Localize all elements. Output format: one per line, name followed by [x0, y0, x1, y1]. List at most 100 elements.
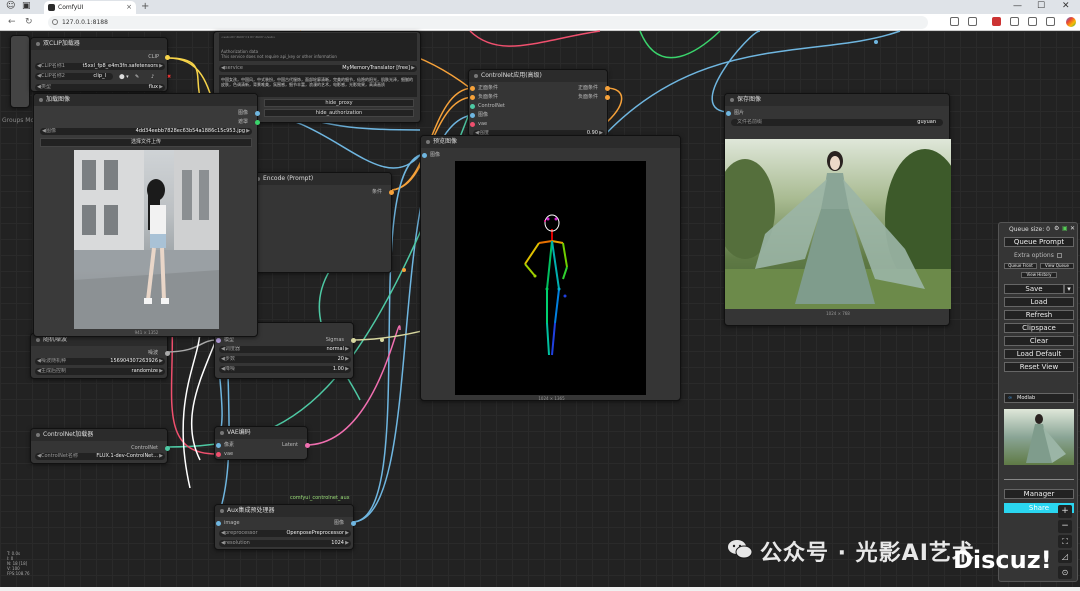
- controlnet-name-widget[interactable]: ◀ ControlNet名称 FLUX.1-dev-ControlNet... ▶: [35, 453, 165, 460]
- clip-text-encode-node[interactable]: Encode (Prompt) 条件: [250, 172, 394, 273]
- positive-input-port[interactable]: [470, 86, 475, 91]
- bell-icon[interactable]: ♪: [151, 74, 154, 80]
- controlnet-apply-node[interactable]: ControlNet应用(高级) 正面条件 负面条件 ControlNet 图像…: [468, 69, 610, 137]
- auth-desc: This service does not require api_key or…: [221, 54, 337, 59]
- image-input-port[interactable]: [216, 521, 221, 526]
- widget-label: resolution: [225, 540, 250, 546]
- denoise-widget[interactable]: ◀ 降噪 1.00 ▶: [219, 366, 351, 373]
- image-select-widget[interactable]: ◀ 图像 4dd34eebb7828ec63b54a1886c15c953.jpg ▶: [40, 128, 252, 135]
- reset-view-button[interactable]: Reset View: [1004, 362, 1074, 372]
- clear-button[interactable]: Clear: [1004, 336, 1074, 346]
- dual-clip-loader-node[interactable]: 双CLIP加载器 CLIP ◀ CLIP名称1 t5xxl_fp8_e4m3fn.s…: [30, 37, 171, 92]
- extra-options-checkbox[interactable]: [1057, 253, 1062, 258]
- node-title[interactable]: ControlNet应用(高级): [469, 70, 607, 82]
- save-image-node[interactable]: 保存图像 图片 文件名前缀 guyuan 1024 × 768: [724, 93, 951, 326]
- control-after-widget[interactable]: ◀ 生成后控制 randomize ▶: [35, 368, 165, 375]
- node-title[interactable]: 预览图像: [421, 136, 680, 148]
- positive-output-port[interactable]: [605, 86, 610, 91]
- clip-output-port[interactable]: [165, 55, 170, 60]
- controlnet-loader-node[interactable]: ControlNet加载器 ControlNet ◀ ControlNet名称 FL…: [30, 428, 170, 464]
- street-photo-illustration: [74, 150, 219, 329]
- controlnet-output-port[interactable]: [165, 446, 170, 451]
- upload-button[interactable]: 选择文件上传: [40, 138, 252, 147]
- load-image-node[interactable]: 加载图像 图像 遮罩 ◀ 图像 4dd34eebb7828ec63b54a1886c…: [33, 93, 260, 337]
- preview-image-node[interactable]: 预览图像 图像 1024 × 1365: [420, 135, 681, 401]
- latent-output-port[interactable]: [305, 443, 310, 448]
- sigmas-output-port[interactable]: [351, 338, 356, 343]
- image-input-port[interactable]: [470, 113, 475, 118]
- clipspace-button[interactable]: Clipspace: [1004, 323, 1074, 333]
- controlnet-input-port[interactable]: [470, 104, 475, 109]
- toggle-links-button[interactable]: ◿: [1058, 550, 1072, 563]
- pin-icon[interactable]: ✎: [135, 74, 139, 80]
- vae-encode-node[interactable]: VAE编码 像素 vae Latent: [214, 426, 310, 460]
- save-dropdown-icon[interactable]: ▾: [1064, 284, 1074, 294]
- aux-preprocessor-node[interactable]: Aux集成预处理器 image 图像 ◀ preprocessor Openpose…: [214, 504, 356, 550]
- zoom-out-button[interactable]: −: [1058, 520, 1072, 533]
- scheduler-widget[interactable]: ◀ 调度器 normal ▶: [219, 346, 351, 353]
- mask-output-port[interactable]: [255, 120, 260, 125]
- close-menu-icon[interactable]: ✕: [1070, 225, 1075, 232]
- pixels-input-port[interactable]: [216, 443, 221, 448]
- input-label: ControlNet: [478, 103, 505, 109]
- node-title[interactable]: 保存图像: [725, 94, 949, 106]
- conditioning-output-port[interactable]: [389, 190, 394, 195]
- hide-proxy-button[interactable]: hide_proxy: [264, 99, 414, 107]
- node-title[interactable]: Aux集成预处理器: [215, 505, 353, 517]
- input-label: 负面条件: [478, 94, 499, 100]
- queue-front-button[interactable]: Queue Front: [1004, 263, 1037, 269]
- toggle-icon[interactable]: ⬤ ▾: [119, 74, 129, 80]
- image-input-port[interactable]: [726, 111, 731, 116]
- modlab-button[interactable]: ∞ Modlab: [1004, 393, 1074, 403]
- clip1-widget[interactable]: ◀ CLIP名称1 t5xxl_fp8_e4m3fn.safetensors ▶: [35, 63, 165, 70]
- output-label: Sigmas: [325, 337, 344, 343]
- locate-button[interactable]: ⊙: [1058, 566, 1072, 579]
- seed-widget[interactable]: ◀ 噪波随机种 156904307263926 ▶: [35, 358, 165, 365]
- view-history-button[interactable]: View History: [1021, 272, 1057, 278]
- wechat-icon: [728, 540, 753, 559]
- node-title[interactable]: 加载图像: [34, 94, 257, 106]
- steps-widget[interactable]: ◀ 步数 20 ▶: [219, 356, 351, 363]
- filename-prefix-widget[interactable]: 文件名前缀 guyuan: [731, 119, 943, 126]
- node-title[interactable]: Encode (Prompt): [251, 173, 391, 185]
- input-label: image: [224, 520, 240, 526]
- zoom-in-button[interactable]: +: [1058, 505, 1072, 518]
- view-queue-button[interactable]: View Queue: [1040, 263, 1074, 269]
- negative-output-port[interactable]: [605, 95, 610, 100]
- image-input-port[interactable]: [422, 153, 427, 158]
- modlab-thumbnail[interactable]: [1004, 409, 1074, 465]
- noise-output-port[interactable]: [165, 351, 170, 356]
- vae-input-port[interactable]: [470, 122, 475, 127]
- widget-label: 类型: [41, 84, 52, 90]
- resolution-widget[interactable]: ◀ resolution 1024 ▶: [219, 540, 351, 547]
- load-button[interactable]: Load: [1004, 297, 1074, 307]
- preprocessor-widget[interactable]: ◀ preprocessor OpenposePreprocessor ▶: [219, 530, 351, 537]
- model-input-port[interactable]: [216, 338, 221, 343]
- widget-label: 调度器: [225, 346, 241, 352]
- settings-gear-icon[interactable]: ⚙: [1054, 225, 1059, 232]
- type-widget[interactable]: ◀ 类型 flux ▶: [35, 84, 165, 91]
- refresh-button[interactable]: Refresh: [1004, 310, 1074, 320]
- widget-label: 图像: [46, 128, 57, 134]
- clip2-widget[interactable]: ◀ CLIP名称2 clip_l: [35, 73, 113, 80]
- manager-button[interactable]: Manager: [1004, 489, 1074, 499]
- delete-icon[interactable]: ✖: [167, 74, 171, 80]
- node-title[interactable]: VAE编码: [215, 427, 307, 439]
- negative-input-port[interactable]: [470, 95, 475, 100]
- vae-input-port[interactable]: [216, 452, 221, 457]
- output-label: CLIP: [148, 54, 159, 60]
- random-noise-node[interactable]: 随机噪波 噪波 ◀ 噪波随机种 156904307263926 ▶ ◀ 生成后控制 ran…: [30, 333, 170, 379]
- image-output-port[interactable]: [351, 521, 356, 526]
- widget-value: guyuan: [917, 119, 936, 125]
- image-output-port[interactable]: [255, 111, 260, 116]
- load-default-button[interactable]: Load Default: [1004, 349, 1074, 359]
- service-widget[interactable]: ◀ service MyMemoryTranslator [free] ▶: [219, 65, 417, 72]
- node-title[interactable]: 双CLIP加载器: [31, 38, 167, 50]
- save-button[interactable]: Save: [1004, 284, 1064, 294]
- hide-authorization-button[interactable]: hide_authorization: [264, 109, 414, 117]
- node-title[interactable]: ControlNet加载器: [31, 429, 167, 441]
- queue-prompt-button[interactable]: Queue Prompt: [1004, 237, 1074, 247]
- history-icon[interactable]: ▣: [1062, 225, 1068, 232]
- fit-view-button[interactable]: ⛶: [1058, 535, 1072, 548]
- widget-value: normal: [326, 346, 344, 352]
